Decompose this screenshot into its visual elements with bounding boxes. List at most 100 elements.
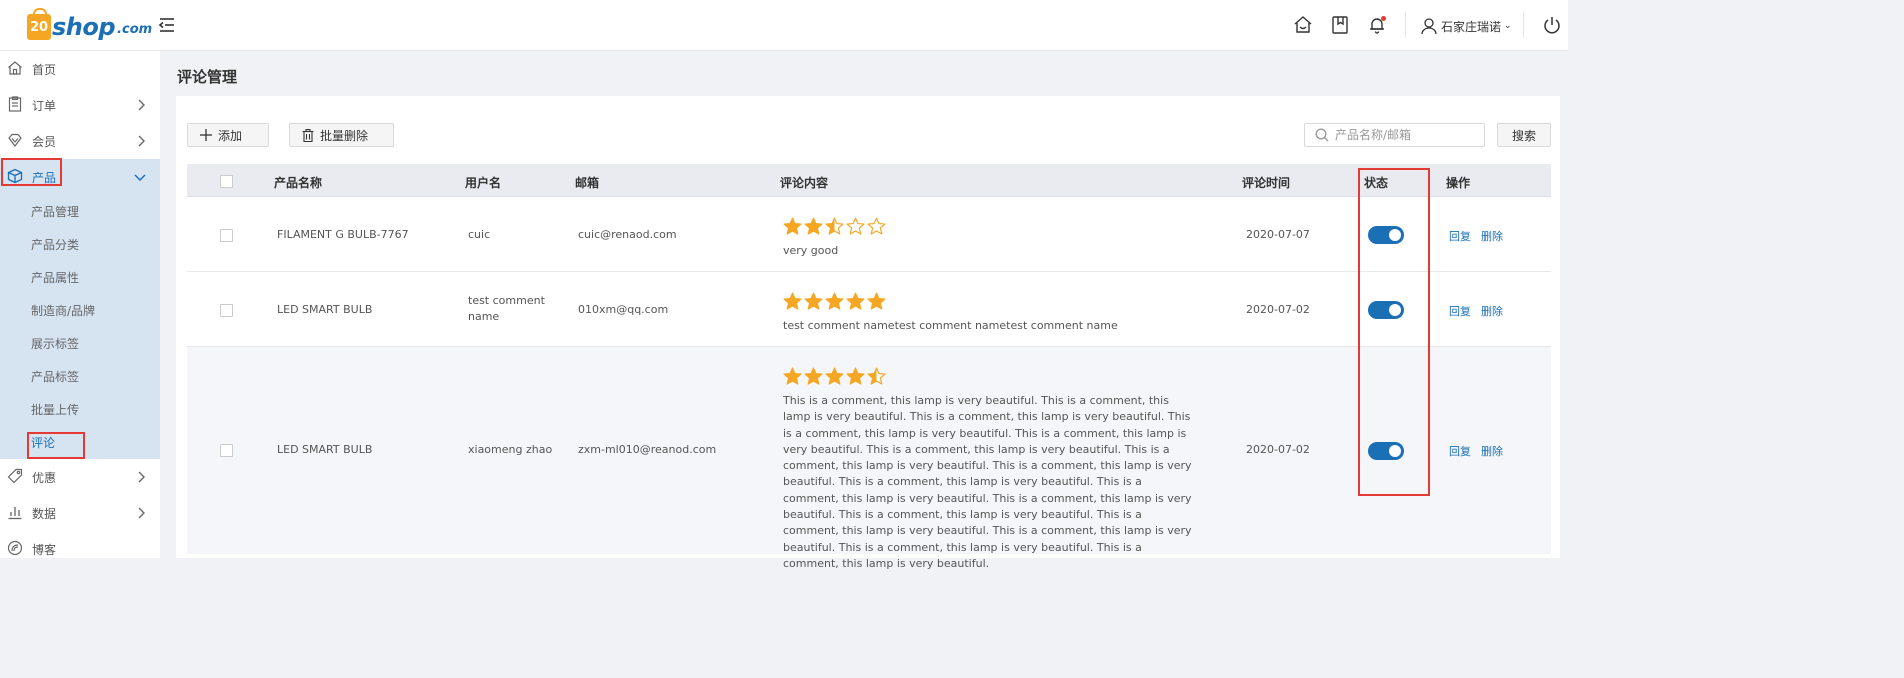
sidebar-item-label: 会员	[32, 135, 57, 149]
star-full-icon	[825, 367, 844, 385]
table-row: LED SMART BULB xiaomeng zhao zxm-ml010@r…	[187, 347, 1551, 570]
product-name: LED SMART BULB	[277, 443, 373, 456]
add-button[interactable]: 添加	[187, 123, 269, 147]
sidebar-item-label: 数据	[32, 507, 57, 521]
sidebar-subitem-product-attribute[interactable]: 产品属性	[31, 268, 79, 288]
sidebar-subitem-display-tags[interactable]: 展示标签	[31, 334, 79, 354]
chevron-right-icon	[138, 507, 145, 519]
sidebar-subitem-bulk-upload[interactable]: 批量上传	[31, 400, 79, 420]
comment-text: very good	[783, 244, 839, 257]
search-input[interactable]	[1335, 128, 1475, 142]
star-full-icon	[804, 292, 823, 310]
sidebar-subitem-reviews[interactable]: 评论	[31, 433, 55, 453]
batch-delete-button[interactable]: 批量删除	[289, 123, 394, 147]
star-full-icon	[804, 217, 823, 235]
sidebar-item-data[interactable]: 数据	[0, 495, 160, 531]
status-toggle[interactable]	[1368, 442, 1404, 460]
username: xiaomeng zhao	[468, 443, 553, 456]
delete-link[interactable]: 删除	[1481, 228, 1503, 244]
logo-bag-icon: 20	[27, 8, 51, 40]
product-icon	[7, 168, 23, 184]
user-menu[interactable]: 石家庄瑞诺 ⌄	[1421, 15, 1512, 37]
star-rating	[783, 367, 886, 385]
email: 010xm@qq.com	[578, 303, 669, 316]
comment-time: 2020-07-07	[1246, 228, 1310, 241]
sidebar-item-home[interactable]: 首页	[0, 51, 160, 87]
sidebar-item-products[interactable]: 产品	[0, 159, 160, 195]
column-header-status: 状态	[1364, 176, 1389, 190]
batch-delete-label: 批量删除	[320, 128, 369, 143]
notification-button[interactable]	[1367, 15, 1387, 35]
star-full-icon	[846, 292, 865, 310]
bookmark-icon[interactable]	[1330, 15, 1350, 35]
trash-icon	[302, 128, 314, 142]
collapse-sidebar-icon[interactable]	[158, 16, 176, 34]
sidebar-item-promotions[interactable]: 优惠	[0, 459, 160, 495]
delete-link[interactable]: 删除	[1481, 303, 1503, 319]
sidebar-item-blog[interactable]: 博客	[0, 531, 160, 567]
star-full-icon	[846, 367, 865, 385]
column-header-email: 邮箱	[575, 176, 600, 190]
column-header-actions: 操作	[1446, 176, 1471, 190]
coupon-icon	[7, 468, 23, 484]
star-half-icon	[867, 367, 886, 385]
chevron-down-icon	[134, 174, 146, 182]
select-all-checkbox[interactable]	[220, 175, 233, 188]
sidebar-item-label: 产品	[32, 171, 57, 185]
star-rating	[783, 217, 886, 235]
sidebar-subitem-product-category[interactable]: 产品分类	[31, 235, 79, 255]
site-logo[interactable]: 20 shop .com	[27, 8, 153, 40]
chevron-down-icon: ⌄	[1504, 21, 1512, 31]
star-full-icon	[867, 292, 886, 310]
search-box[interactable]	[1304, 123, 1485, 147]
notification-dot	[1381, 16, 1386, 21]
column-header-comment: 评论内容	[780, 176, 829, 190]
user-icon	[1421, 18, 1437, 35]
sidebar: 首页 订单 会员 产品 产品管理 产品分类 产品属性 制造商/品牌 展示标签 产…	[0, 51, 160, 558]
row-checkbox[interactable]	[220, 444, 233, 457]
sidebar-item-label: 优惠	[32, 471, 57, 485]
storefront-icon[interactable]	[1293, 15, 1313, 35]
row-checkbox[interactable]	[220, 304, 233, 317]
order-icon	[8, 96, 22, 112]
page-title: 评论管理	[177, 68, 238, 86]
header-divider	[1523, 12, 1524, 38]
username: test comment name	[468, 294, 545, 323]
chevron-right-icon	[138, 99, 145, 111]
add-button-label: 添加	[218, 128, 243, 143]
row-checkbox[interactable]	[220, 229, 233, 242]
home-icon	[8, 61, 22, 75]
column-header-product: 产品名称	[274, 176, 323, 190]
top-header: 20 shop .com 石家庄瑞诺 ⌄	[0, 0, 1568, 51]
star-full-icon	[783, 217, 802, 235]
sidebar-subitem-product-tags[interactable]: 产品标签	[31, 367, 79, 387]
member-icon	[8, 133, 22, 147]
column-header-time: 评论时间	[1242, 176, 1291, 190]
sidebar-item-orders[interactable]: 订单	[0, 87, 160, 123]
search-button[interactable]: 搜索	[1497, 123, 1551, 147]
status-toggle[interactable]	[1368, 301, 1404, 319]
reply-link[interactable]: 回复	[1449, 228, 1471, 244]
reply-link[interactable]: 回复	[1449, 443, 1471, 459]
product-name: FILAMENT G BULB-7767	[277, 228, 409, 241]
sidebar-item-label: 博客	[32, 543, 57, 557]
status-toggle[interactable]	[1368, 226, 1404, 244]
delete-link[interactable]: 删除	[1481, 443, 1503, 459]
sidebar-subitem-manufacturer-brand[interactable]: 制造商/品牌	[31, 301, 95, 321]
comment-time: 2020-07-02	[1246, 303, 1310, 316]
username: 石家庄瑞诺	[1441, 19, 1502, 34]
sidebar-item-members[interactable]: 会员	[0, 123, 160, 159]
chevron-right-icon	[138, 471, 145, 483]
submenu-background	[0, 195, 160, 459]
table-row: LED SMART BULB test comment name 010xm@q…	[187, 272, 1551, 347]
product-name: LED SMART BULB	[277, 303, 373, 316]
star-half-icon	[825, 217, 844, 235]
star-full-icon	[783, 292, 802, 310]
table-header: 产品名称 用户名 邮箱 评论内容 评论时间 状态 操作	[187, 164, 1551, 197]
column-header-username: 用户名	[465, 176, 502, 190]
sidebar-subitem-product-management[interactable]: 产品管理	[31, 202, 79, 222]
reply-link[interactable]: 回复	[1449, 303, 1471, 319]
logo-suffix: .com	[117, 22, 153, 37]
chart-icon	[8, 507, 22, 520]
power-icon[interactable]	[1542, 15, 1562, 35]
